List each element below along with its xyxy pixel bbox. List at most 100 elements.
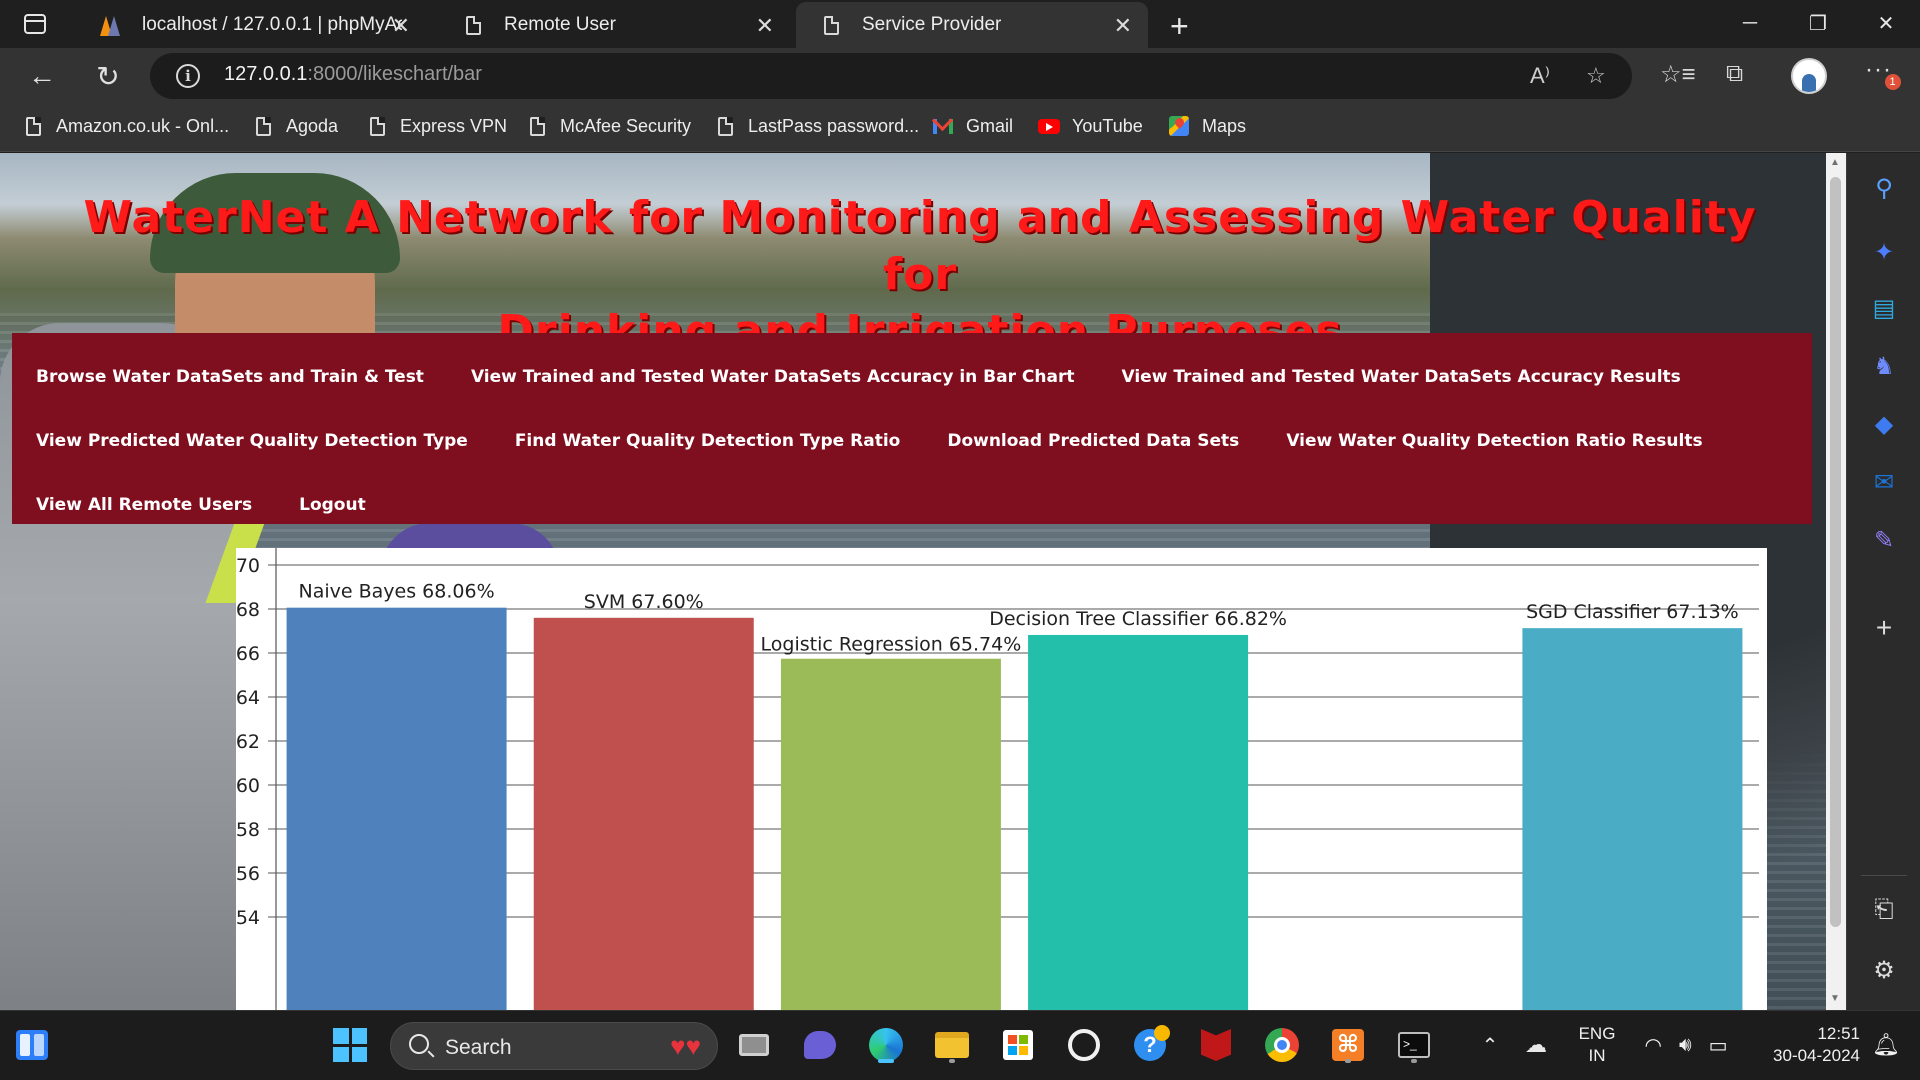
search-icon[interactable]: ⚲ (1869, 173, 1899, 203)
task-view-icon[interactable] (734, 1025, 774, 1065)
tab-remote-user[interactable]: Remote User ✕ (438, 2, 790, 48)
designer-icon[interactable]: ✎ (1869, 525, 1899, 555)
collections-icon[interactable]: ⧉ (1726, 60, 1743, 88)
help-icon[interactable]: ? (1130, 1025, 1170, 1065)
sidebar-divider (1861, 875, 1907, 876)
read-aloud-icon[interactable]: A⁾ (1530, 63, 1550, 89)
games-icon[interactable]: ♞ (1869, 351, 1899, 381)
bookmark-express-vpn[interactable]: Express VPN (366, 115, 507, 137)
settings-more-button[interactable]: ··· 1 (1865, 56, 1901, 90)
page-icon (820, 14, 842, 36)
language-indicator[interactable]: ENG IN (1572, 1023, 1622, 1067)
refresh-button[interactable]: ↻ (88, 58, 128, 94)
terminal-icon[interactable]: >_ (1394, 1025, 1434, 1065)
address-bar[interactable]: i 127.0.0.1:8000/likeschart/bar A⁾ ☆ (150, 53, 1632, 99)
github-desktop-icon[interactable] (1064, 1025, 1104, 1065)
menu-predicted-detection-type[interactable]: View Predicted Water Quality Detection T… (36, 431, 468, 451)
bookmark-label: McAfee Security (560, 115, 692, 136)
bookmark-agoda[interactable]: Agoda (252, 115, 338, 137)
bar-data-label: SGD Classifier 67.13% (1526, 601, 1739, 623)
tab-service-provider[interactable]: Service Provider ✕ (796, 2, 1148, 48)
menu-detection-ratio-results[interactable]: View Water Quality Detection Ratio Resul… (1286, 431, 1702, 451)
bookmarks-bar: Amazon.co.uk - Onl... Agoda Express VPN … (0, 104, 1920, 152)
xampp-icon[interactable]: ⌘ (1328, 1025, 1368, 1065)
onedrive-cloud-icon[interactable]: ☁ (1516, 1025, 1556, 1065)
bookmark-maps[interactable]: Maps (1168, 115, 1246, 137)
y-tick-label: 58 (236, 819, 260, 841)
close-tab-icon[interactable]: ✕ (1114, 13, 1132, 39)
copilot-sparkle-icon[interactable]: ✦ (1869, 237, 1899, 267)
site-info-icon[interactable]: i (176, 64, 200, 88)
close-tab-icon[interactable]: ✕ (756, 13, 774, 39)
start-button[interactable] (330, 1025, 370, 1065)
microsoft-store-icon[interactable] (998, 1025, 1038, 1065)
close-window-button[interactable]: ✕ (1852, 0, 1920, 46)
restore-button[interactable]: ❐ (1784, 0, 1852, 46)
scrollbar-thumb[interactable] (1830, 177, 1841, 927)
bookmark-label: Gmail (966, 115, 1014, 136)
add-favorite-icon[interactable]: ☆ (1586, 63, 1606, 89)
menu-row: View All Remote Users Logout (36, 473, 1800, 537)
notification-badge: 1 (1885, 74, 1901, 90)
wifi-icon: ◠ (1644, 1034, 1662, 1057)
scroll-up-icon[interactable]: ▲ (1830, 157, 1840, 168)
y-tick-label: 64 (236, 687, 260, 709)
menu-accuracy-results[interactable]: View Trained and Tested Water DataSets A… (1121, 367, 1680, 387)
taskbar-search-placeholder: Search (445, 1036, 512, 1059)
bookmark-lastpass[interactable]: LastPass password... (714, 115, 919, 137)
menu-browse-datasets[interactable]: Browse Water DataSets and Train & Test (36, 367, 424, 387)
bar (286, 607, 507, 1010)
outlook-icon[interactable]: ✉ (1869, 467, 1899, 497)
show-hidden-icons-chevron-icon[interactable]: ⌃ (1470, 1025, 1510, 1065)
close-tab-icon[interactable]: ✕ (392, 13, 410, 39)
chrome-icon[interactable] (1262, 1025, 1302, 1065)
tab-phpmyadmin[interactable]: localhost / 127.0.0.1 | phpMyAd ✕ (76, 2, 426, 48)
widgets-icon[interactable] (12, 1025, 52, 1065)
bookmark-amazon[interactable]: Amazon.co.uk - Onl... (22, 115, 229, 137)
bar (533, 617, 754, 1010)
y-tick-label: 66 (236, 643, 260, 665)
menu-download-predicted[interactable]: Download Predicted Data Sets (947, 431, 1239, 451)
taskbar-search[interactable]: Search ♥♥ (390, 1022, 718, 1070)
url-text[interactable]: 127.0.0.1:8000/likeschart/bar (224, 63, 482, 86)
menu-view-remote-users[interactable]: View All Remote Users (36, 495, 252, 515)
minimize-button[interactable]: ─ (1716, 0, 1784, 46)
menu-accuracy-bar-chart[interactable]: View Trained and Tested Water DataSets A… (471, 367, 1075, 387)
copilot-icon[interactable]: ◆ (1869, 409, 1899, 439)
bookmark-label: Maps (1202, 115, 1247, 136)
shopping-icon[interactable]: ▤ (1869, 293, 1899, 323)
tab-actions-menu-button[interactable] (14, 10, 56, 38)
edge-browser-icon[interactable] (866, 1025, 906, 1065)
menu-logout[interactable]: Logout (299, 495, 366, 515)
back-button[interactable]: ← (22, 58, 62, 94)
volume-icon: 🔊︎ (1678, 1033, 1692, 1056)
mcafee-icon[interactable] (1196, 1025, 1236, 1065)
new-tab-button[interactable]: + (1170, 8, 1189, 45)
quick-settings[interactable]: ◠ 🔊︎ ▭ (1636, 1025, 1736, 1065)
clock[interactable]: 12:51 30-04-2024 (1750, 1023, 1860, 1067)
menu-detection-type-ratio[interactable]: Find Water Quality Detection Type Ratio (515, 431, 901, 451)
scroll-down-icon[interactable]: ▼ (1830, 993, 1840, 1004)
hide-sidebar-icon[interactable]: ⎗ (1869, 895, 1899, 925)
url-host: 127.0.0.1 (224, 63, 308, 85)
profile-avatar[interactable] (1791, 58, 1827, 94)
url-path: :8000/likeschart/bar (307, 63, 482, 85)
teams-chat-icon[interactable] (800, 1025, 840, 1065)
sidebar-settings-gear-icon[interactable]: ⚙ (1869, 955, 1899, 985)
language-code: ENG (1578, 1024, 1616, 1043)
site-title-line-1: WaterNet A Network for Monitoring and As… (83, 192, 1757, 300)
file-explorer-icon[interactable] (932, 1025, 972, 1065)
search-icon (409, 1034, 429, 1054)
tab-title: localhost / 127.0.0.1 | phpMyAd (142, 14, 402, 35)
active-app-indicator (878, 1059, 894, 1063)
add-sidebar-app-icon[interactable]: + (1869, 612, 1899, 643)
running-indicator (949, 1059, 955, 1063)
bookmark-mcafee[interactable]: McAfee Security (526, 115, 691, 137)
notification-bell-icon[interactable]: 🔔︎ (1866, 1025, 1906, 1065)
bar-data-label: SVM 67.60% (584, 591, 704, 613)
favorites-icon[interactable]: ☆≡ (1660, 60, 1696, 89)
bookmark-youtube[interactable]: YouTube (1038, 115, 1143, 137)
bookmark-gmail[interactable]: Gmail (932, 115, 1013, 137)
youtube-icon (1038, 115, 1060, 137)
page-scrollbar[interactable]: ▲ ▼ (1826, 153, 1846, 1010)
